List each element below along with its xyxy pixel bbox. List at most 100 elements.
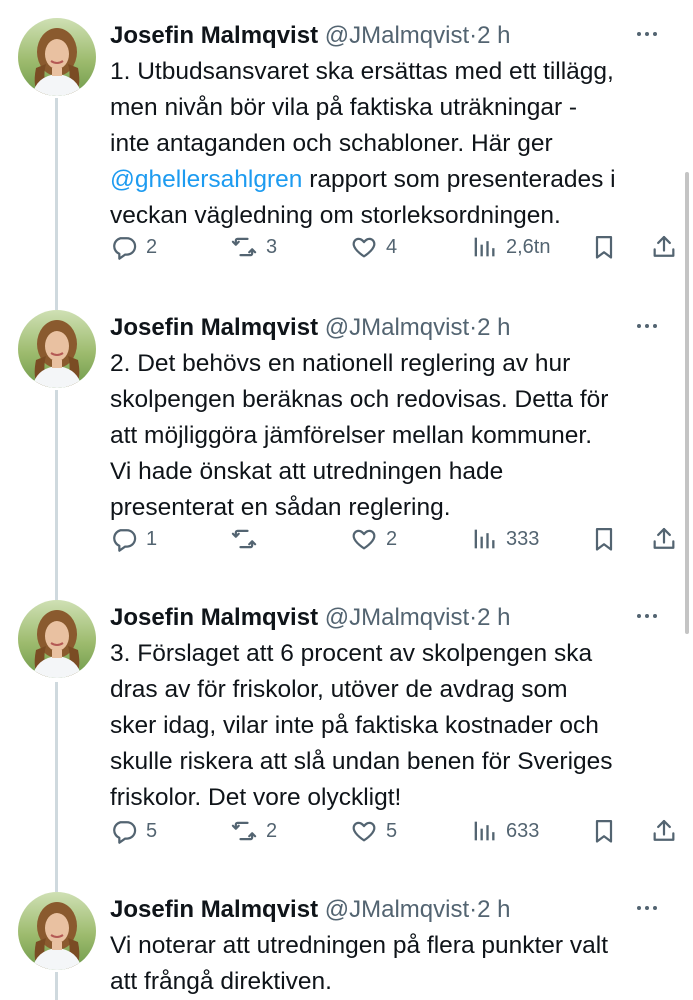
bookmark-button[interactable] <box>590 811 618 851</box>
views-button[interactable]: 633 <box>470 811 539 851</box>
tweet-line: dras av för friskolor, utöver de avdrag … <box>110 676 568 703</box>
retweet-button[interactable]: 3 <box>230 227 277 267</box>
tweet-text: Vi noterar att utredningen på flera punk… <box>110 928 675 1000</box>
like-count: 4 <box>386 235 398 258</box>
author-handle[interactable]: @JMalmqvist <box>325 314 469 341</box>
retweet-icon <box>230 817 258 845</box>
more-icon[interactable] <box>631 892 663 924</box>
thread-line <box>55 682 58 892</box>
retweet-button[interactable] <box>230 519 266 559</box>
share-icon <box>650 817 678 845</box>
tweet-line: att möjliggöra jämförelser mellan kommun… <box>110 422 593 449</box>
tweet-line: Vi hade önskat att utredningen hade <box>110 458 504 485</box>
tweet-line: skulle riskera att slå undan benen för S… <box>110 748 613 775</box>
avatar[interactable] <box>18 600 96 678</box>
thread-line <box>55 98 58 310</box>
bookmark-icon <box>590 525 618 553</box>
thread-line <box>55 972 58 1000</box>
reply-button[interactable]: 1 <box>110 519 157 559</box>
reply-icon <box>110 817 138 845</box>
avatar[interactable] <box>18 892 96 970</box>
bookmark-icon <box>590 817 618 845</box>
reply-button[interactable]: 2 <box>110 227 157 267</box>
bookmark-button[interactable] <box>590 519 618 559</box>
heart-icon <box>350 525 378 553</box>
reply-button[interactable]: 5 <box>110 811 157 851</box>
reply-count: 2 <box>146 235 158 258</box>
author-handle[interactable]: @JMalmqvist <box>325 604 469 631</box>
separator-dot: · <box>469 22 478 49</box>
reply-icon <box>110 233 138 261</box>
like-button[interactable]: 2 <box>350 519 397 559</box>
more-icon[interactable] <box>631 310 663 342</box>
views-button[interactable]: 2,6tn <box>470 227 550 267</box>
reply-count: 1 <box>146 527 158 550</box>
retweet-icon <box>230 233 258 261</box>
retweet-count: 2 <box>266 819 278 842</box>
author-name[interactable]: Josefin Malmqvist <box>110 604 318 631</box>
share-button[interactable] <box>650 227 678 267</box>
tweet-line: @ghellersahlgren rapport som presenterad… <box>110 162 675 198</box>
tweet-text: 1. Utbudsansvaret ska ersättas med ett t… <box>110 54 675 234</box>
author-handle[interactable]: @JMalmqvist <box>325 896 469 923</box>
author-name[interactable]: Josefin Malmqvist <box>110 22 318 49</box>
mention-link[interactable]: @ghellersahlgren <box>110 166 302 193</box>
like-count: 2 <box>386 527 398 550</box>
share-icon <box>650 233 678 261</box>
tweet-line: 3. Förslaget att 6 procent av skolpengen… <box>110 640 593 667</box>
views-button[interactable]: 333 <box>470 519 539 559</box>
author-name[interactable]: Josefin Malmqvist <box>110 896 318 923</box>
tweet-line: att frångå direktiven. <box>110 968 332 995</box>
retweet-count: 3 <box>266 235 278 258</box>
timestamp[interactable]: 2 h <box>477 604 510 631</box>
timestamp[interactable]: 2 h <box>477 314 510 341</box>
thread-line <box>55 390 58 602</box>
timestamp[interactable]: 2 h <box>477 896 510 923</box>
like-button[interactable]: 5 <box>350 811 397 851</box>
bookmark-icon <box>590 233 618 261</box>
scrollbar[interactable] <box>685 172 689 634</box>
avatar[interactable] <box>18 18 96 96</box>
share-button[interactable] <box>650 519 678 559</box>
views-count: 2,6tn <box>506 235 551 258</box>
tweet-text: 2. Det behövs en nationell reglering av … <box>110 346 675 526</box>
bookmark-button[interactable] <box>590 227 618 267</box>
author-name[interactable]: Josefin Malmqvist <box>110 314 318 341</box>
like-count: 5 <box>386 819 398 842</box>
like-button[interactable]: 4 <box>350 227 397 267</box>
more-icon[interactable] <box>631 18 663 50</box>
action-bar: 2 3 4 2,6tn <box>110 227 680 267</box>
reply-count: 5 <box>146 819 158 842</box>
tweet-line: inte antaganden och schabloner. Här ger <box>110 130 553 157</box>
tweet-line: skolpengen beräknas och redovisas. Detta… <box>110 386 609 413</box>
views-icon <box>470 233 498 261</box>
tweet-text: 3. Förslaget att 6 procent av skolpengen… <box>110 636 675 816</box>
share-icon <box>650 525 678 553</box>
tweet-header: Josefin Malmqvist @JMalmqvist·2 h <box>110 312 510 344</box>
tweet-line: 1. Utbudsansvaret ska ersättas med ett t… <box>110 58 614 85</box>
more-icon[interactable] <box>631 600 663 632</box>
heart-icon <box>350 233 378 261</box>
share-button[interactable] <box>650 811 678 851</box>
views-icon <box>470 525 498 553</box>
tweet-line: Vi noterar att utredningen på flera punk… <box>110 932 609 959</box>
tweet-header: Josefin Malmqvist @JMalmqvist·2 h <box>110 894 510 926</box>
heart-icon <box>350 817 378 845</box>
avatar[interactable] <box>18 310 96 388</box>
retweet-icon <box>230 525 258 553</box>
action-bar: 5 2 5 633 <box>110 811 680 851</box>
reply-icon <box>110 525 138 553</box>
tweet-header: Josefin Malmqvist @JMalmqvist·2 h <box>110 602 510 634</box>
tweet-line-rest: rapport som presenterades i <box>302 166 616 193</box>
tweet-header: Josefin Malmqvist @JMalmqvist·2 h <box>110 20 510 52</box>
timestamp[interactable]: 2 h <box>477 22 510 49</box>
views-icon <box>470 817 498 845</box>
tweet-line: sker idag, vilar inte på faktiska kostna… <box>110 712 599 739</box>
separator-dot: · <box>469 314 478 341</box>
separator-dot: · <box>469 604 478 631</box>
retweet-button[interactable]: 2 <box>230 811 277 851</box>
views-count: 633 <box>506 819 540 842</box>
tweet-line: men nivån bör vila på faktiska uträkning… <box>110 94 578 121</box>
author-handle[interactable]: @JMalmqvist <box>325 22 469 49</box>
tweet-line: 2. Det behövs en nationell reglering av … <box>110 350 571 377</box>
